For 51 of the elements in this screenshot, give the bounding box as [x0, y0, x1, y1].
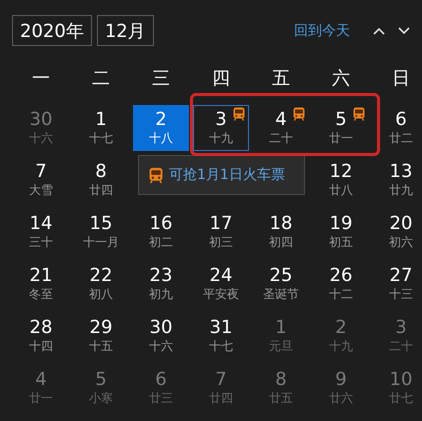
day-cell[interactable]: 28 十四: [13, 313, 69, 359]
weekday-label: 五: [272, 67, 290, 90]
weekday-label: 日: [392, 67, 410, 90]
day-cell[interactable]: 26 十二: [313, 261, 369, 307]
day-cell[interactable]: 6 廿二: [373, 105, 422, 151]
train-icon: [149, 166, 163, 184]
day-cell[interactable]: 24 平安夜: [193, 261, 249, 307]
tooltip-text: 可抢1月1日火车票: [169, 166, 285, 184]
day-cell[interactable]: 7 廿四: [193, 365, 249, 411]
day-cell[interactable]: 4 廿一: [13, 365, 69, 411]
day-cell[interactable]: 13 廿九: [373, 157, 422, 203]
day-cell[interactable]: 1 十七: [73, 105, 129, 151]
day-cell[interactable]: 30 十六: [133, 313, 189, 359]
day-cell[interactable]: 10 廿七: [373, 365, 422, 411]
day-cell[interactable]: 3 十九: [193, 105, 249, 151]
day-cell[interactable]: 7 大雪: [13, 157, 69, 203]
day-cell[interactable]: 8 廿四: [73, 157, 129, 203]
day-cell[interactable]: 4 二十: [253, 105, 309, 151]
day-cell[interactable]: 18 初四: [253, 209, 309, 255]
day-cell[interactable]: 20 初六: [373, 209, 422, 255]
day-cell[interactable]: 3 二十: [373, 313, 422, 359]
day-cell[interactable]: 2 十八: [133, 105, 189, 151]
back-to-today-link[interactable]: 回到今天: [294, 22, 350, 40]
weekday-label: 一: [32, 67, 50, 90]
day-cell[interactable]: 31 十七: [193, 313, 249, 359]
day-cell[interactable]: 14 三十: [13, 209, 69, 255]
day-cell[interactable]: 16 初二: [133, 209, 189, 255]
day-cell[interactable]: 27 十三: [373, 261, 422, 307]
day-cell[interactable]: 5 小寒: [73, 365, 129, 411]
day-cell[interactable]: 2 十九: [313, 313, 369, 359]
day-cell[interactable]: 8 廿五: [253, 365, 309, 411]
month-dropdown[interactable]: 12月: [96, 15, 154, 46]
day-cell[interactable]: 12 廿八: [313, 157, 369, 203]
day-cell[interactable]: 22 初八: [73, 261, 129, 307]
day-cell[interactable]: 6 廿三: [133, 365, 189, 411]
day-cell[interactable]: 9 廿六: [313, 365, 369, 411]
weekday-label: 六: [332, 67, 350, 90]
day-cell[interactable]: 17 初三: [193, 209, 249, 255]
day-cell[interactable]: 25 圣诞节: [253, 261, 309, 307]
day-cell[interactable]: 19 初五: [313, 209, 369, 255]
weekday-label: 四: [212, 67, 230, 90]
day-cell[interactable]: 23 初九: [133, 261, 189, 307]
weekday-label: 二: [92, 67, 110, 90]
day-cell[interactable]: 5 廿一: [313, 105, 369, 151]
day-cell[interactable]: 21 冬至: [13, 261, 69, 307]
day-cell[interactable]: 15 十一月: [73, 209, 129, 255]
year-dropdown[interactable]: 2020年: [12, 15, 92, 46]
day-cell[interactable]: 30 十六: [13, 105, 69, 151]
weekday-label: 三: [152, 67, 170, 90]
day-cell[interactable]: 1 元旦: [253, 313, 309, 359]
day-cell[interactable]: 29 十五: [73, 313, 129, 359]
